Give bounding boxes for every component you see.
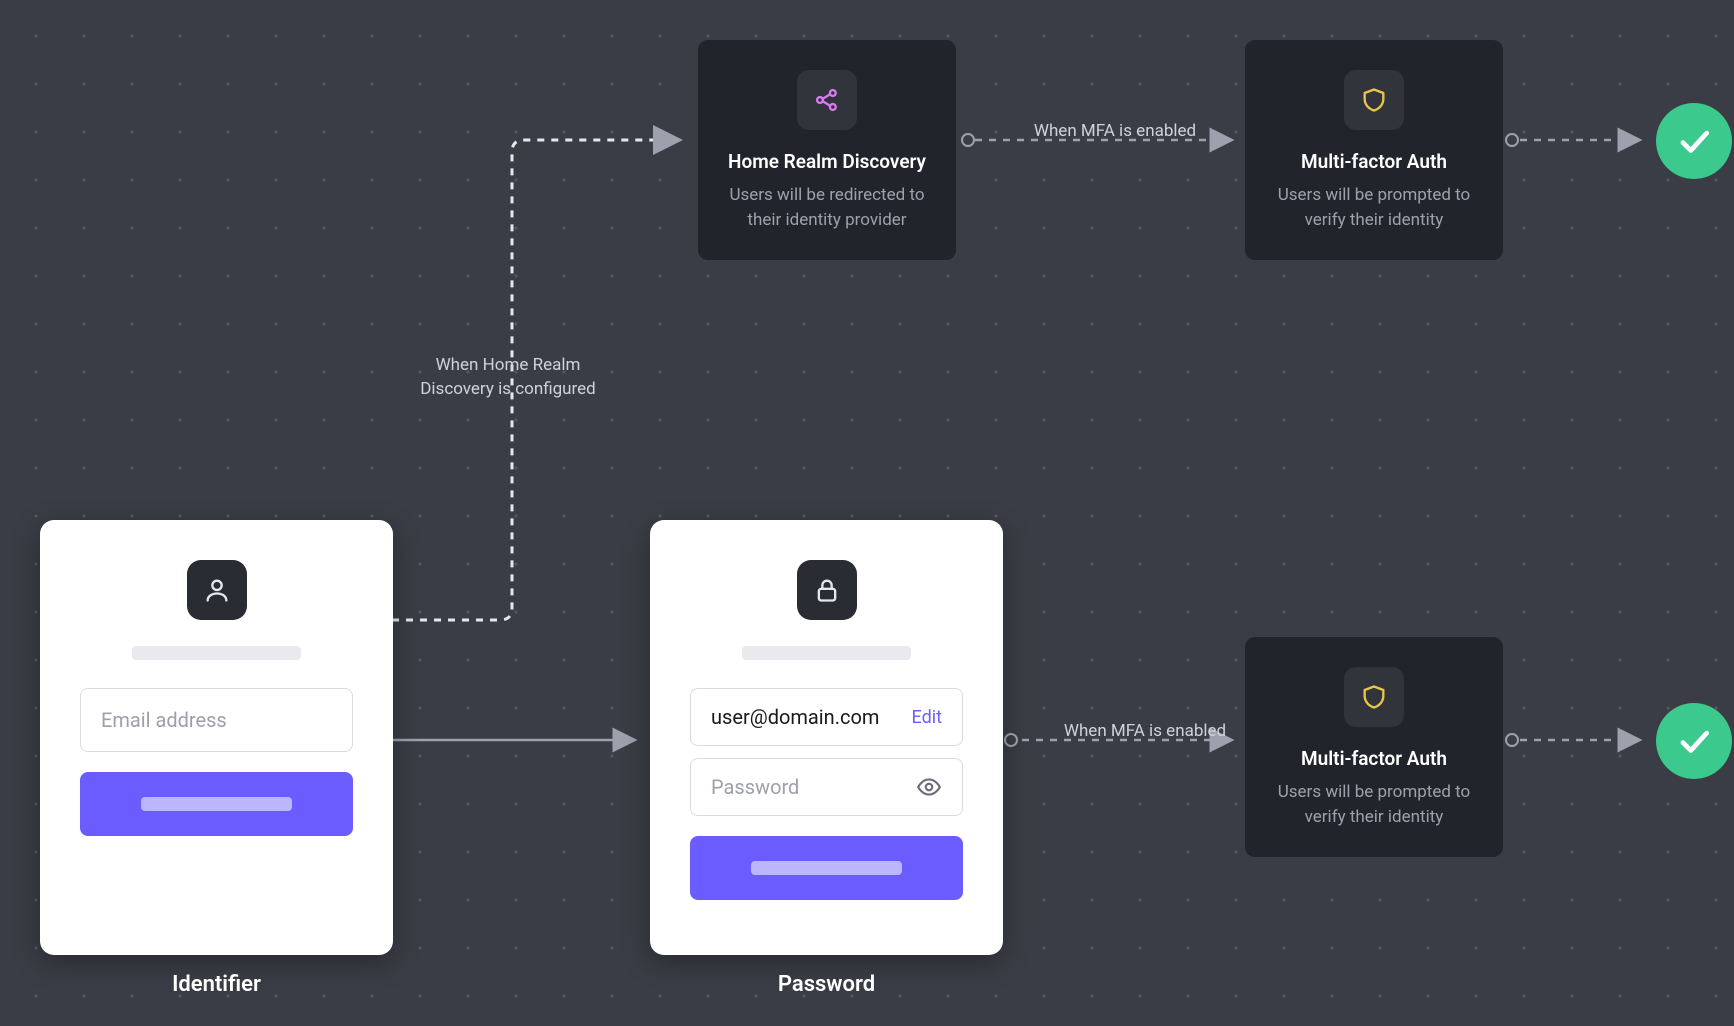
eye-icon[interactable] [916, 774, 942, 800]
port-password-out [1004, 733, 1018, 747]
shield-icon [1344, 70, 1404, 130]
mfa-top-title: Multi-factor Auth [1301, 150, 1447, 173]
shield-icon [1344, 667, 1404, 727]
success-top [1656, 103, 1732, 179]
submit-button[interactable] [690, 836, 963, 900]
share-icon [797, 70, 857, 130]
user-value: user@domain.com [711, 705, 879, 729]
edge-mfa-bottom: When MFA is enabled [1060, 720, 1230, 744]
button-label-skeleton [141, 797, 291, 811]
button-label-skeleton [751, 861, 901, 875]
title-skeleton [742, 646, 911, 660]
mfa-top-card: Multi-factor Auth Users will be prompted… [1245, 40, 1503, 260]
title-skeleton [132, 646, 301, 660]
lock-icon [797, 560, 857, 620]
mfa-bottom-title: Multi-factor Auth [1301, 747, 1447, 770]
continue-button[interactable] [80, 772, 353, 836]
edit-link[interactable]: Edit [912, 707, 942, 728]
edge-hrd-condition: When Home Realm Discovery is configured [414, 354, 602, 402]
mfa-bottom-desc: Users will be prompted to verify their i… [1267, 780, 1481, 829]
hrd-card: Home Realm Discovery Users will be redir… [698, 40, 956, 260]
password-placeholder: Password [711, 775, 799, 799]
hrd-desc: Users will be redirected to their identi… [720, 183, 934, 232]
password-card: user@domain.com Edit Password [650, 520, 1003, 955]
success-bottom [1656, 703, 1732, 779]
port-hrd-out [961, 133, 975, 147]
user-icon [187, 560, 247, 620]
mfa-top-desc: Users will be prompted to verify their i… [1267, 183, 1481, 232]
hrd-title: Home Realm Discovery [728, 150, 926, 173]
password-field[interactable]: Password [690, 758, 963, 816]
password-card-label: Password [650, 972, 1003, 997]
email-field[interactable]: Email address [80, 688, 353, 752]
port-mfa-top-out [1505, 133, 1519, 147]
email-placeholder: Email address [101, 708, 227, 732]
user-display-field: user@domain.com Edit [690, 688, 963, 746]
identifier-card: Email address [40, 520, 393, 955]
edge-mfa-top: When MFA is enabled [1030, 120, 1200, 144]
port-mfa-bottom-out [1505, 733, 1519, 747]
identifier-card-label: Identifier [40, 972, 393, 997]
mfa-bottom-card: Multi-factor Auth Users will be prompted… [1245, 637, 1503, 857]
